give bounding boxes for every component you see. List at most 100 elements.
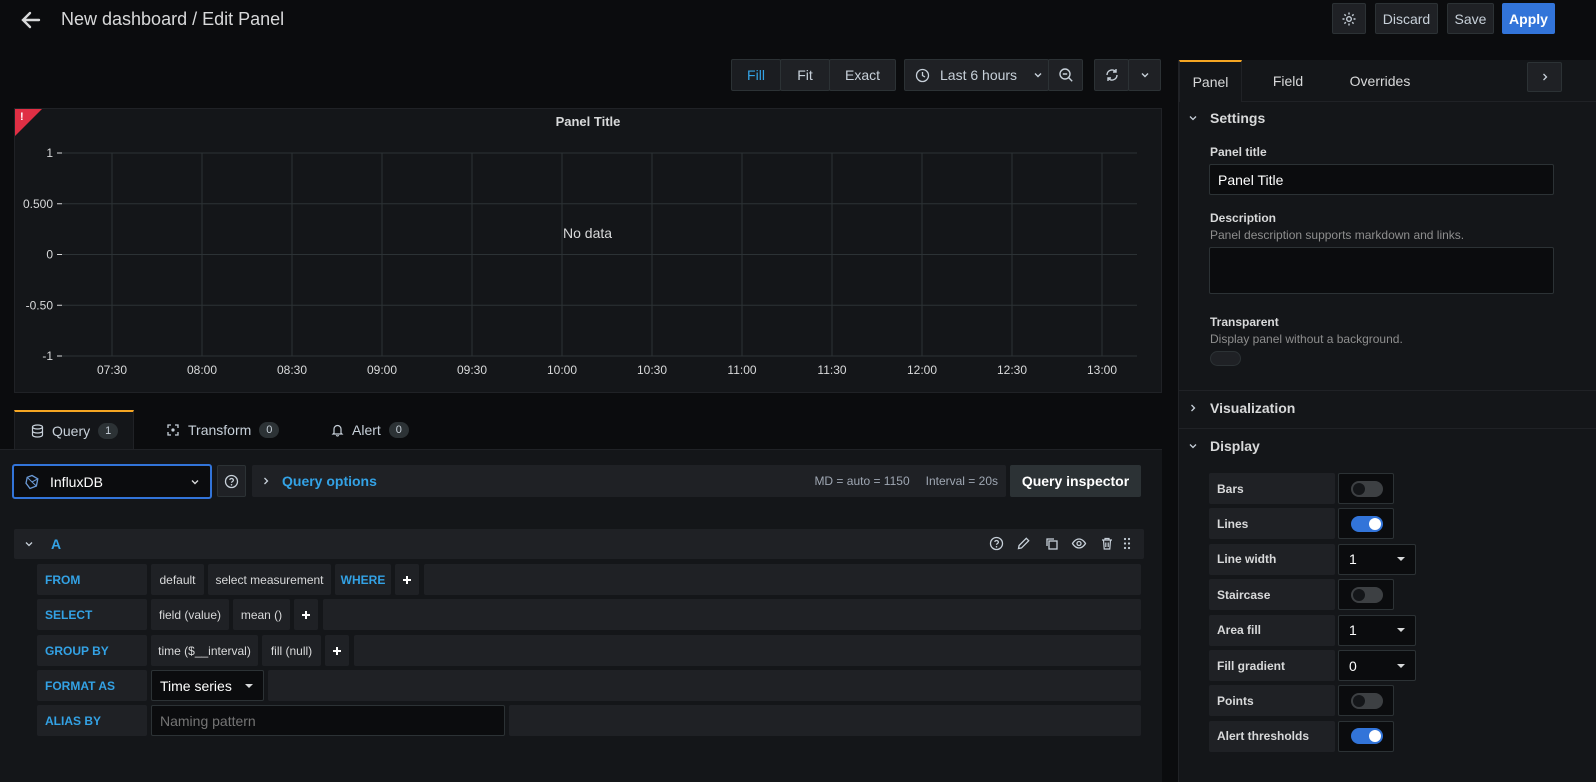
select-value: 1	[1349, 551, 1357, 568]
time-picker[interactable]: Last 6 hours	[904, 59, 1049, 91]
plus-icon	[402, 575, 412, 585]
group-row-fill	[354, 635, 1141, 666]
x-tick-label: 12:00	[907, 363, 937, 377]
query-row-header[interactable]	[14, 529, 1144, 559]
back-arrow-icon[interactable]	[20, 9, 42, 31]
query-help-icon[interactable]	[989, 536, 1004, 551]
pencil-icon[interactable]	[1016, 536, 1031, 551]
group-fill-segment[interactable]: fill (null)	[262, 635, 321, 666]
section-divider	[1178, 390, 1596, 391]
datasource-help-button[interactable]	[217, 465, 246, 497]
zoom-out-button[interactable]	[1048, 59, 1083, 91]
save-button[interactable]: Save	[1447, 3, 1494, 34]
tab-transform-label: Transform	[188, 422, 252, 438]
tab-alert[interactable]: Alert 0	[315, 410, 425, 450]
x-tick-label: 13:00	[1087, 363, 1117, 377]
query-options-label: Query options	[282, 473, 377, 489]
exact-button[interactable]: Exact	[829, 59, 896, 91]
display-option-label: Alert thresholds	[1209, 720, 1335, 752]
display-option-select[interactable]: 1	[1338, 543, 1416, 575]
settings-button[interactable]	[1332, 3, 1366, 34]
x-tick-label: 09:30	[457, 363, 487, 377]
group-by-label: GROUP BY	[37, 635, 147, 666]
query-ref-id[interactable]: A	[51, 536, 61, 552]
transparent-toggle[interactable]	[1210, 351, 1241, 366]
display-option-toggle[interactable]	[1338, 473, 1394, 504]
x-tick-label: 11:30	[817, 363, 846, 377]
caret-down-icon	[1397, 628, 1405, 633]
display-option-toggle[interactable]	[1338, 720, 1394, 752]
fill-button[interactable]: Fill	[731, 59, 781, 91]
caret-down-icon	[1397, 557, 1405, 562]
time-range-label: Last 6 hours	[940, 67, 1018, 83]
tab-alert-count: 0	[388, 422, 409, 438]
side-tab-field[interactable]: Field	[1258, 60, 1318, 102]
refresh-icon	[1104, 67, 1120, 83]
discard-button[interactable]: Discard	[1375, 3, 1438, 34]
y-tick-label: -1	[42, 349, 53, 363]
display-option-toggle[interactable]	[1338, 508, 1394, 540]
display-option-label: Lines	[1209, 508, 1335, 540]
settings-section-header[interactable]: Settings	[1188, 110, 1265, 126]
panel-title-label: Panel title	[1210, 145, 1267, 159]
toggle-switch[interactable]	[1351, 586, 1383, 603]
chevron-down-icon	[1033, 70, 1043, 80]
gear-icon	[1341, 11, 1357, 27]
description-textarea[interactable]	[1209, 247, 1554, 294]
toggle-switch[interactable]	[1351, 728, 1383, 745]
drag-handle-icon[interactable]	[1122, 536, 1132, 551]
query-md-info: MD = auto = 1150	[814, 474, 910, 488]
display-option-label: Fill gradient	[1209, 650, 1335, 681]
display-option-label: Staircase	[1209, 579, 1335, 611]
display-option-select[interactable]: 1	[1338, 614, 1416, 646]
toggle-switch[interactable]	[1351, 692, 1383, 709]
add-where-button[interactable]	[395, 564, 419, 595]
visualization-section-header[interactable]: Visualization	[1188, 400, 1295, 416]
from-measurement-segment[interactable]: select measurement	[208, 564, 331, 595]
query-options-bar[interactable]: Query options MD = auto = 1150 Interval …	[252, 465, 1006, 497]
transform-icon	[166, 423, 180, 437]
from-policy-segment[interactable]: default	[151, 564, 204, 595]
tab-transform[interactable]: Transform 0	[150, 410, 295, 450]
display-option-toggle[interactable]	[1338, 579, 1394, 611]
plus-icon	[332, 646, 342, 656]
datasource-picker[interactable]: InfluxDB	[12, 464, 212, 499]
trash-icon[interactable]	[1100, 536, 1114, 551]
group-time-segment[interactable]: time ($__interval)	[151, 635, 258, 666]
tab-query[interactable]: Query 1	[14, 410, 134, 450]
duplicate-icon[interactable]	[1044, 536, 1059, 551]
side-tab-overrides[interactable]: Overrides	[1336, 60, 1424, 102]
select-field-segment[interactable]: field (value)	[151, 599, 229, 630]
where-segment[interactable]: WHERE	[335, 564, 391, 595]
collapse-pane-button[interactable]	[1527, 62, 1562, 92]
help-icon	[224, 474, 239, 489]
panel-title-input[interactable]	[1209, 164, 1554, 195]
collapse-icon[interactable]	[24, 539, 34, 549]
format-as-value: Time series	[160, 677, 232, 694]
tab-transform-count: 0	[259, 422, 280, 438]
select-label: SELECT	[37, 599, 147, 630]
refresh-interval-button[interactable]	[1128, 59, 1161, 91]
display-option-toggle[interactable]	[1338, 685, 1394, 717]
plus-icon	[301, 610, 311, 620]
fit-button[interactable]: Fit	[780, 59, 830, 91]
format-as-select[interactable]: Time series	[151, 670, 264, 701]
select-agg-segment[interactable]: mean ()	[233, 599, 290, 630]
display-option-label: Area fill	[1209, 614, 1335, 646]
side-tab-panel[interactable]: Panel	[1179, 60, 1242, 102]
x-tick-label: 08:00	[187, 363, 217, 377]
settings-section-label: Settings	[1210, 110, 1266, 126]
toggle-switch[interactable]	[1351, 480, 1383, 497]
apply-button[interactable]: Apply	[1502, 3, 1555, 34]
refresh-button[interactable]	[1094, 59, 1129, 91]
display-option-select[interactable]: 0	[1338, 650, 1416, 681]
x-tick-label: 12:30	[997, 363, 1027, 377]
add-group-button[interactable]	[325, 635, 349, 666]
add-select-button[interactable]	[294, 599, 318, 630]
alias-input[interactable]	[151, 705, 505, 736]
toggle-switch[interactable]	[1351, 515, 1383, 532]
query-inspector-button[interactable]: Query inspector	[1010, 465, 1141, 497]
display-section-header[interactable]: Display	[1188, 438, 1260, 454]
eye-icon[interactable]	[1071, 536, 1087, 551]
panel-preview[interactable]: ! Panel Title 1 0.500 0 -0.50 -1 07:30 08:00 08…	[14, 108, 1162, 393]
